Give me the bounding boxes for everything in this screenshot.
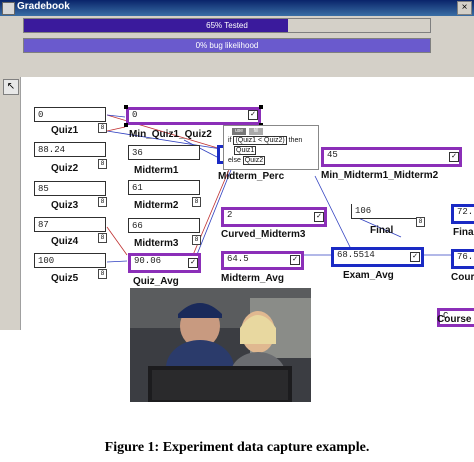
dataflow-arrow [106, 126, 126, 132]
close-button[interactable]: × [457, 1, 472, 15]
webcam-photo [130, 288, 311, 402]
tool-palette: ↖ [0, 77, 21, 330]
title-bar: Gradebook × [0, 0, 474, 16]
final-label: Final [370, 225, 394, 236]
selection-handle[interactable] [259, 105, 263, 109]
figure-caption: Figure 1: Experiment data capture exampl… [104, 440, 370, 455]
bug-likelihood-bar: 0% bug likelihood [23, 38, 431, 53]
check-icon[interactable]: ✓ [314, 212, 324, 222]
tested-progress-label: 65% Tested [206, 21, 248, 30]
quiz3-label: Quiz3 [51, 200, 79, 211]
quiz5-label: Quiz5 [51, 273, 79, 284]
cell-quiz2[interactable]: 88.24 [34, 142, 106, 157]
formula-if: if [228, 137, 232, 144]
cell-midterm2[interactable]: 61 [128, 180, 200, 195]
lock-icon[interactable]: 8 [98, 159, 107, 169]
check-icon[interactable]: ✓ [188, 258, 198, 268]
min-midterm-label: Min_Midterm1_Midterm2 [321, 170, 439, 181]
cell-quiz4[interactable]: 87 [34, 217, 106, 232]
midterm2-label: Midterm2 [134, 200, 179, 211]
spreadsheet-icon [2, 2, 15, 15]
lock-icon[interactable]: 8 [98, 269, 107, 279]
course2-label: Course [437, 314, 472, 325]
cell-min-midterm[interactable]: 45 [321, 147, 462, 167]
formula-then: then [288, 137, 303, 144]
check-icon[interactable]: ✓ [449, 152, 459, 162]
bug-likelihood-label: 0% bug likelihood [195, 41, 259, 50]
min-quiz-label: Min_Quiz1_Quiz2 [129, 129, 212, 140]
participants-image [130, 288, 311, 402]
cell-midterm3[interactable]: 66 [128, 218, 200, 233]
lock-icon[interactable]: 8 [416, 217, 425, 227]
quiz1-label: Quiz1 [51, 125, 79, 136]
window-title: Gradebook [17, 1, 70, 12]
quiz2-label: Quiz2 [51, 163, 79, 174]
lock-icon[interactable]: 8 [98, 123, 107, 133]
midterm-perc-label: Midterm_Perc [218, 171, 285, 182]
midterm3-label: Midterm3 [134, 238, 179, 249]
formula-then-value: Quiz1 [234, 146, 257, 155]
midterm1-label: Midterm1 [134, 165, 179, 176]
cell-quiz3[interactable]: 85 [34, 181, 106, 196]
formula-else: else [228, 157, 241, 164]
fill-tab[interactable]: fill [249, 128, 263, 135]
tested-progress-bar: 65% Tested [23, 18, 431, 33]
curved-midterm3-label: Curved_Midterm3 [221, 229, 306, 240]
formula-popup: use fill if (Quiz1 < Quiz2) then Quiz1 e… [223, 125, 319, 170]
exam-avg-label: Exam_Avg [343, 270, 394, 281]
midterm-avg-label: Midterm_Avg [221, 273, 284, 284]
check-icon[interactable]: ✓ [290, 255, 300, 265]
dataflow-arrow [106, 226, 128, 256]
lock-icon[interactable]: 8 [192, 197, 201, 207]
cell-curved-midterm3[interactable]: 2 [221, 207, 327, 227]
lock-icon[interactable]: 8 [98, 197, 107, 207]
cell-final2[interactable]: 72. [451, 204, 474, 224]
formula-else-value: Quiz2 [242, 156, 266, 165]
gradebook-window: 65% Tested 0% bug likelihood ↖ 0 8 Quiz1… [0, 16, 474, 330]
cell-course1[interactable]: 76. [451, 249, 474, 269]
quiz4-label: Quiz4 [51, 236, 79, 247]
cell-quiz1[interactable]: 0 [34, 107, 106, 122]
lock-icon[interactable]: 8 [192, 235, 201, 245]
cell-midterm1[interactable]: 36 [128, 145, 200, 160]
cell-min-quiz[interactable]: 0 [126, 107, 261, 125]
lock-icon[interactable]: 8 [98, 233, 107, 243]
selection-handle[interactable] [124, 105, 128, 109]
course1-label: Cour [451, 272, 474, 283]
selection-handle[interactable] [124, 123, 128, 127]
cell-final[interactable]: 106 [351, 204, 423, 219]
formula-condition: (Quiz1 < Quiz2) [233, 136, 287, 145]
cell-quiz5[interactable]: 100 [34, 253, 106, 268]
final2-label: Fina [453, 227, 474, 238]
quiz-avg-label: Quiz_Avg [133, 276, 179, 287]
check-icon[interactable]: ✓ [248, 110, 258, 120]
arrow-pointer-icon[interactable]: ↖ [3, 79, 19, 95]
use-tab[interactable]: use [232, 128, 246, 135]
dataflow-arrow [106, 260, 128, 263]
check-icon[interactable]: ✓ [410, 252, 420, 262]
